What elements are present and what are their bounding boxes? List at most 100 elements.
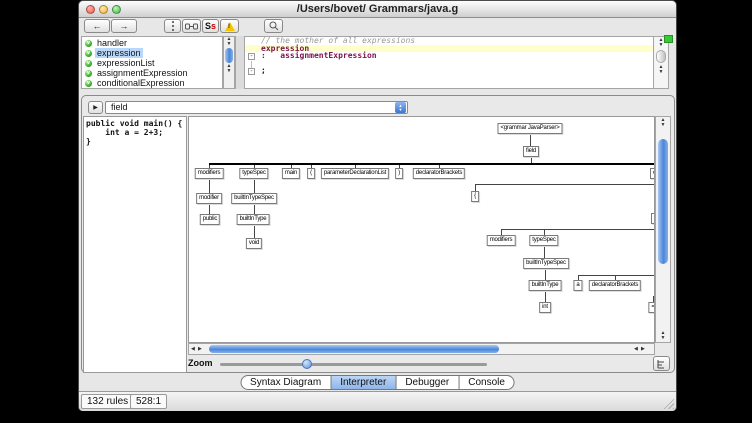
tree-node[interactable]: builtInTypeSpec [523,258,569,269]
tree-node[interactable]: builtInType [237,214,270,225]
rule-item-assignmentExpression[interactable]: vassignmentExpression [82,68,222,78]
tree-node[interactable]: builtInTypeSpec [231,193,277,204]
tree-node[interactable]: int [539,302,551,313]
scroll-down-icon[interactable]: ▼ [654,43,668,48]
forward-icon: → [120,21,129,31]
tree-node[interactable]: modifier [196,193,222,204]
title-bar[interactable]: /Users/bovet/ Grammars/java.g [79,1,676,18]
fold-end-icon[interactable]: - [248,68,255,75]
tree-edge [254,226,255,238]
splitter-handle[interactable] [235,36,245,89]
tree-node[interactable]: builtInType [529,280,562,291]
tree-edge [530,135,531,146]
rule-ok-icon: v [85,60,92,67]
rule-ok-icon: v [85,40,92,47]
tree-node[interactable]: ( [307,168,315,179]
run-interpreter-button[interactable]: ▶ [88,101,103,114]
rule-item-expressionList[interactable]: vexpressionList [82,58,222,68]
tree-node[interactable]: modifiers [487,235,516,246]
interpreter-input-textarea[interactable]: public void main() { int a = 2+3; } [83,116,187,373]
grammar-editor[interactable]: // the mother of all expressions express… [245,36,653,89]
input-line: public void main() { [86,119,182,128]
tree-node[interactable]: <grammar JavaParser> [497,123,562,134]
close-button[interactable] [86,5,95,14]
sort-rules-icon [172,25,174,27]
minimize-button[interactable] [99,5,108,14]
rule-ok-icon: v [85,70,92,77]
string-literals-button[interactable]: Ss [202,19,219,33]
zoom-button[interactable] [112,5,121,14]
tree-node[interactable]: a [573,280,582,291]
back-button[interactable]: ← [84,19,110,33]
caret-position-badge: 528:1 [130,394,167,409]
scroll-right-icon[interactable]: ▶ [641,346,645,352]
rule-label: assignmentExpression [95,68,190,78]
rules-scrollbar[interactable]: ▲ ▼ ▲ ▼ [223,36,235,89]
tab-console[interactable]: Console [459,376,514,389]
tree-hscrollbar-thumb[interactable] [209,345,499,353]
rule-item-handler[interactable]: vhandler [82,38,222,48]
rule-ok-icon: v [85,80,92,87]
zoom-slider[interactable] [220,363,487,366]
scroll-down-icon[interactable]: ▼ [656,336,670,341]
toolbar: ← → Ss ! [79,18,676,35]
tree-node[interactable]: public [200,214,220,225]
tree-node[interactable]: declaratorBrackets [589,280,641,291]
zoom-slider-thumb[interactable] [302,359,312,369]
tree-node[interactable]: modifiers [195,168,224,179]
warnings-button[interactable]: ! [220,19,239,33]
ss-red-part: s [211,21,216,31]
syntax-diagram-button[interactable] [182,19,201,33]
tree-vscrollbar-thumb[interactable] [658,139,668,264]
scroll-left-icon[interactable]: ◀ [191,346,195,352]
editor-scrollbar-thumb[interactable] [656,50,666,63]
tree-view-toggle-button[interactable] [653,356,670,371]
tree-node[interactable]: = [648,302,655,313]
sort-rules-button[interactable] [164,19,181,33]
tree-horizontal-scrollbar[interactable]: ◀ ▶ ◀ ▶ [188,343,655,355]
rules-scrollbar-thumb[interactable] [225,48,233,63]
rule-item-expression[interactable]: vexpression [82,48,222,58]
parse-tree-canvas[interactable]: <grammar JavaParser> field modifiers typ… [188,116,655,343]
tree-node[interactable]: { [471,191,479,202]
tree-node[interactable]: declaratorBrackets [413,168,465,179]
tree-vertical-scrollbar[interactable]: ▲ ▼ ▲▼ [655,116,671,343]
tab-interpreter[interactable]: Interpreter [331,376,396,389]
scroll-down-icon[interactable]: ▼ [656,123,670,128]
code-line: : assignmentExpression [245,52,653,60]
editor-scrollbar[interactable]: ▲ ▼ ▲ ▼ [653,36,669,89]
tree-node[interactable]: field [523,146,539,157]
grammar-status-ok-indicator [664,35,673,43]
combobox-stepper[interactable]: ▲▼ [395,102,406,113]
scroll-down-icon[interactable]: ▼ [224,42,234,47]
find-button[interactable] [264,19,283,33]
diagram-icon [185,22,198,31]
start-rule-combobox[interactable]: field ▲▼ [105,101,408,114]
back-icon: ← [93,21,102,31]
rule-label: handler [95,38,129,48]
tree-node[interactable]: typeSpec [239,168,268,179]
tree-node[interactable]: ) [395,168,403,179]
tree-node[interactable]: parameterDeclarationList [321,168,389,179]
stepper-down-icon: ▼ [399,108,403,112]
tree-edge [254,180,255,193]
forward-button[interactable]: → [111,19,137,33]
resize-grip[interactable] [661,396,674,409]
tree-node[interactable]: main [282,168,300,179]
scroll-down-icon[interactable]: ▼ [654,70,668,75]
rule-item-conditionalExpression[interactable]: vconditionalExpression [82,78,222,88]
rules-list: vhandler vexpression vexpressionList vas… [81,36,223,89]
rules-count-badge: 132 rules [81,394,134,409]
tab-debugger[interactable]: Debugger [396,376,459,389]
fold-guide-line [251,61,252,68]
tab-syntax-diagram[interactable]: Syntax Diagram [241,376,331,389]
fold-start-icon[interactable]: - [248,53,255,60]
tree-node[interactable]: typeSpec [529,235,558,246]
scroll-right-icon[interactable]: ▶ [198,346,202,352]
scroll-left-icon[interactable]: ◀ [634,346,638,352]
tree-edge [209,180,210,193]
search-icon [269,21,279,31]
parse-tree-area: <grammar JavaParser> field modifiers typ… [188,116,672,355]
scroll-down-icon[interactable]: ▼ [224,69,234,74]
tree-node[interactable]: void [246,238,262,249]
